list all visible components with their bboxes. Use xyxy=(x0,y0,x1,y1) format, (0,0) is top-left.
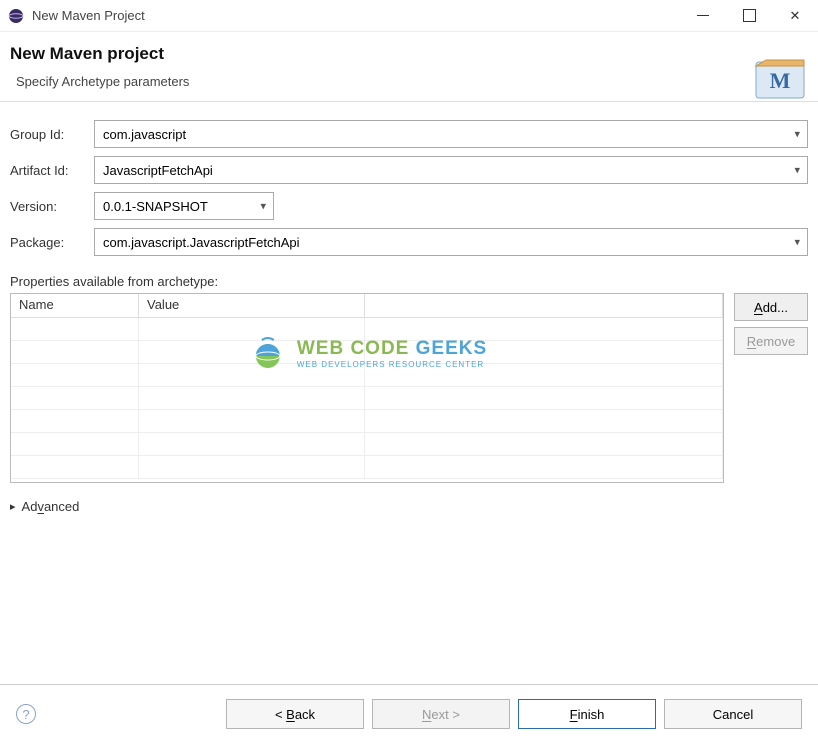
column-header-spacer xyxy=(365,294,723,318)
form-area: Group Id: ▾ Artifact Id: ▾ Version: ▾ Pa… xyxy=(0,102,818,684)
wizard-header: New Maven project Specify Archetype para… xyxy=(0,32,818,102)
group-id-field[interactable] xyxy=(94,120,808,148)
page-title: New Maven project xyxy=(10,44,189,64)
version-label: Version: xyxy=(10,199,94,214)
table-body[interactable] xyxy=(11,318,723,482)
version-field[interactable] xyxy=(94,192,274,220)
window-title: New Maven Project xyxy=(32,8,145,23)
add-button[interactable]: Add... xyxy=(734,293,808,321)
next-button: Next > xyxy=(372,699,510,729)
button-bar: ? < Back Next > Finish Cancel xyxy=(0,684,818,747)
artifact-id-field[interactable] xyxy=(94,156,808,184)
package-field[interactable] xyxy=(94,228,808,256)
cancel-button[interactable]: Cancel xyxy=(664,699,802,729)
maven-icon: M xyxy=(752,52,808,104)
properties-label: Properties available from archetype: xyxy=(10,274,808,289)
page-subtitle: Specify Archetype parameters xyxy=(16,74,189,89)
svg-text:M: M xyxy=(770,68,791,93)
triangle-right-icon: ▸ xyxy=(10,500,16,513)
eclipse-icon xyxy=(8,8,24,24)
window-controls xyxy=(680,0,818,32)
titlebar: New Maven Project xyxy=(0,0,818,32)
package-label: Package: xyxy=(10,235,94,250)
help-icon[interactable]: ? xyxy=(16,704,36,724)
back-button[interactable]: < Back xyxy=(226,699,364,729)
artifact-id-label: Artifact Id: xyxy=(10,163,94,178)
column-header-value[interactable]: Value xyxy=(139,294,365,318)
maximize-button[interactable] xyxy=(726,0,772,32)
group-id-label: Group Id: xyxy=(10,127,94,142)
finish-button[interactable]: Finish xyxy=(518,699,656,729)
properties-table[interactable]: Name Value xyxy=(10,293,724,483)
remove-button: Remove xyxy=(734,327,808,355)
column-header-name[interactable]: Name xyxy=(11,294,139,318)
close-button[interactable] xyxy=(772,0,818,32)
advanced-toggle[interactable]: ▸ Advanced xyxy=(10,499,808,514)
minimize-button[interactable] xyxy=(680,0,726,32)
